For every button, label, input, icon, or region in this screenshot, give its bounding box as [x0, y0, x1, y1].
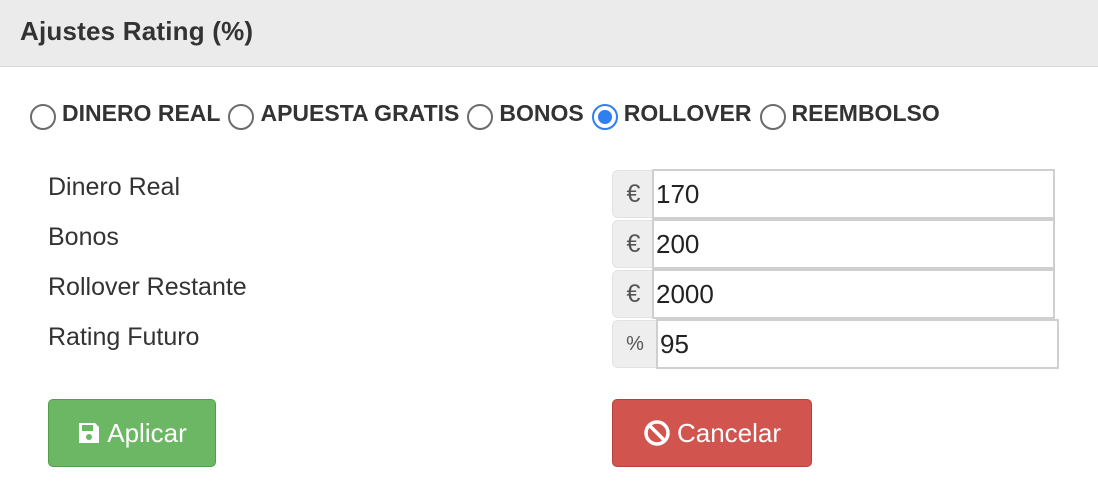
currency-addon: € [612, 170, 654, 218]
apply-label: Aplicar [107, 417, 187, 448]
rating-futuro-input[interactable] [656, 319, 1059, 369]
panel-title: Ajustes Rating (%) [20, 16, 254, 46]
radio-label: DINERO REAL [62, 99, 221, 126]
label-rating-futuro: Rating Futuro [48, 323, 200, 351]
cancel-button[interactable]: Cancelar [612, 399, 812, 467]
radio-button[interactable] [467, 104, 494, 130]
rating-type-radio-group: DINERO REAL APUESTA GRATIS BONOS ROLLOVE… [30, 96, 948, 130]
ban-icon [643, 419, 671, 447]
label-dinero-real: Dinero Real [48, 173, 181, 201]
radio-dinero-real[interactable]: DINERO REAL [30, 96, 220, 130]
dinero-real-input[interactable] [652, 169, 1055, 219]
panel-header: Ajustes Rating (%) [0, 0, 1098, 67]
percent-addon: % [612, 320, 657, 368]
radio-apuesta-gratis[interactable]: APUESTA GRATIS [228, 96, 459, 130]
label-bonos: Bonos [48, 223, 119, 251]
radio-button-checked[interactable] [591, 104, 618, 130]
apply-button[interactable]: Aplicar [48, 399, 216, 467]
radio-rollover[interactable]: ROLLOVER [591, 96, 752, 130]
rollover-restante-input[interactable] [652, 269, 1055, 319]
radio-bonos[interactable]: BONOS [467, 96, 584, 130]
radio-label: REEMBOLSO [791, 99, 940, 126]
radio-label: APUESTA GRATIS [260, 99, 460, 126]
radio-button[interactable] [30, 104, 56, 130]
cancel-label: Cancelar [676, 417, 782, 448]
currency-addon: € [612, 270, 654, 318]
bonos-input[interactable] [652, 219, 1055, 269]
label-rollover-restante: Rollover Restante [48, 273, 247, 301]
radio-label: BONOS [499, 99, 584, 126]
save-icon [77, 421, 101, 445]
radio-button[interactable] [228, 104, 255, 130]
radio-label: ROLLOVER [623, 99, 752, 126]
currency-addon: € [612, 220, 654, 268]
radio-reembolso[interactable]: REEMBOLSO [759, 96, 940, 130]
radio-button[interactable] [759, 104, 786, 130]
